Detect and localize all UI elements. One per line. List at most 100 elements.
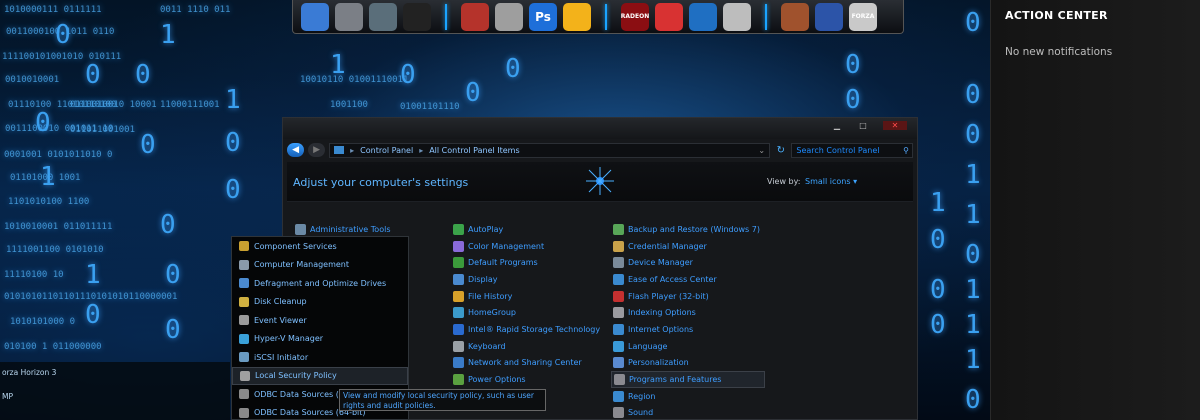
menu-item[interactable]: Event Viewer (232, 311, 408, 330)
item-label: Flash Player (32-bit) (628, 291, 709, 301)
control-panel-item[interactable]: Region (613, 388, 765, 405)
search-input[interactable]: Search Control Panel ⚲ (791, 142, 914, 158)
menu-item[interactable]: Local Security Policy (232, 366, 408, 385)
refresh-icon[interactable]: ↻ (774, 145, 787, 156)
sticky-notes-icon[interactable] (563, 2, 591, 31)
close-button[interactable]: ✕ (883, 121, 907, 130)
tool-icon (240, 370, 250, 381)
binary-digit: 1 (965, 345, 981, 375)
forza-icon[interactable]: FORZA (849, 2, 877, 31)
control-panel-item[interactable]: Display (453, 271, 600, 288)
control-panel-item[interactable]: Device Manager (613, 254, 765, 271)
maximize-button[interactable]: □ (857, 121, 869, 130)
control-panel-item[interactable]: AutoPlay (453, 221, 600, 238)
page-title: Adjust your computer's settings (293, 176, 469, 189)
photoshop-icon[interactable]: Ps (529, 2, 557, 31)
taskbar-fragment: orza Horizon 3 MP (0, 362, 230, 420)
item-icon (453, 290, 464, 302)
binary-text: 011011001001 (70, 125, 136, 135)
control-panel-item[interactable]: Default Programs (453, 254, 600, 271)
dock-separator (445, 3, 447, 30)
item-icon (613, 223, 624, 235)
monitor-icon[interactable] (301, 2, 329, 31)
hammer-icon[interactable] (495, 2, 523, 31)
taskbar-item-label[interactable]: orza Horizon 3 (2, 368, 56, 377)
menu-item[interactable]: Disk Cleanup (232, 293, 408, 312)
item-label: AutoPlay (468, 224, 504, 234)
speedometer-icon[interactable] (403, 2, 431, 31)
menu-item-label: Event Viewer (254, 315, 307, 325)
control-panel-item[interactable]: Network and Sharing Center (453, 355, 600, 372)
notifications-empty-message: No new notifications (1005, 46, 1113, 58)
binary-text: 1101010100 1100 (8, 197, 90, 207)
minimize-button[interactable]: ▁ (831, 121, 843, 130)
binary-text: 1111001100 0101010 (6, 245, 104, 255)
control-panel-item[interactable]: Language (613, 338, 765, 355)
menu-item[interactable]: Computer Management (232, 256, 408, 275)
menu-item-label: Computer Management (254, 260, 350, 270)
menu-item-label: Defragment and Optimize Drives (254, 278, 387, 288)
control-panel-item[interactable]: Keyboard (453, 338, 600, 355)
game-warrior-icon[interactable] (781, 2, 809, 31)
search-icon[interactable]: ⚲ (903, 144, 909, 157)
binary-text: 0001001 0101011010 0 (4, 150, 113, 160)
binary-digit: 0 (505, 54, 521, 84)
item-icon (453, 240, 464, 252)
control-panel-item[interactable]: Ease of Access Center (613, 271, 765, 288)
content-header: Adjust your computer's settings View by:… (287, 162, 913, 202)
item-label: Display (468, 274, 498, 284)
menu-item[interactable]: Component Services (232, 237, 408, 256)
control-panel-item[interactable]: Sound (613, 405, 765, 419)
binary-digit: 0 (845, 50, 861, 80)
address-field[interactable]: ▸ Control Panel ▸ All Control Panel Item… (329, 142, 771, 158)
application-dock: Ps RADEON FORZA (292, 0, 904, 34)
item-icon (453, 223, 464, 235)
camera-icon[interactable] (723, 2, 751, 31)
view-by-dropdown[interactable]: Small icons ▾ (805, 177, 857, 186)
chevron-down-icon[interactable]: ⌄ (758, 146, 765, 155)
menu-item[interactable]: iSCSI Initiator (232, 348, 408, 367)
control-panel-item[interactable]: Programs and Features (611, 371, 765, 388)
binary-text: 0110010010 10001 (70, 100, 157, 110)
window-titlebar[interactable]: ▁ □ ✕ (283, 118, 917, 139)
package-icon[interactable] (655, 2, 683, 31)
control-panel-item[interactable]: Internet Options (613, 321, 765, 338)
menu-item[interactable]: Hyper-V Manager (232, 330, 408, 349)
control-panel-item[interactable]: HomeGroup (453, 304, 600, 321)
item-icon (613, 390, 624, 402)
control-panel-item[interactable]: Color Management (453, 238, 600, 255)
item-label: Intel® Rapid Storage Technology (468, 324, 601, 334)
browser-icon[interactable] (461, 2, 489, 31)
forward-button[interactable]: ▶ (308, 143, 326, 157)
taskbar-item-label[interactable]: MP (2, 392, 13, 401)
control-panel-item[interactable]: Personalization (613, 355, 765, 372)
breadcrumb-current[interactable]: All Control Panel Items (429, 146, 519, 155)
game-car-icon[interactable] (815, 2, 843, 31)
binary-text: 11110100 10 (4, 270, 64, 280)
control-panel-item[interactable]: Indexing Options (613, 304, 765, 321)
control-panel-item[interactable]: Flash Player (32-bit) (613, 288, 765, 305)
control-panel-item[interactable]: Backup and Restore (Windows 7) (613, 221, 765, 238)
item-icon (453, 273, 464, 285)
control-panel-item[interactable]: File History (453, 288, 600, 305)
back-button[interactable]: ◀ (287, 143, 305, 157)
binary-digit: 0 (165, 260, 181, 290)
radeon-icon[interactable]: RADEON (621, 2, 649, 31)
dock-separator (765, 3, 767, 30)
menu-item[interactable]: Defragment and Optimize Drives (232, 274, 408, 293)
item-label: Backup and Restore (Windows 7) (628, 224, 760, 234)
breadcrumb-root[interactable]: Control Panel (360, 146, 413, 155)
item-icon (614, 374, 625, 386)
control-panel-item[interactable]: Credential Manager (613, 238, 765, 255)
binary-text: 01001101110 (400, 102, 460, 112)
control-panel-item[interactable]: Intel® Rapid Storage Technology (453, 321, 600, 338)
binary-digit: 0 (965, 385, 981, 415)
control-panel-item[interactable]: Power Options (453, 371, 600, 388)
tool-icon (239, 278, 249, 289)
menu-item-label: Hyper-V Manager (254, 334, 324, 344)
screen-capture-icon[interactable] (689, 2, 717, 31)
door-icon[interactable] (335, 2, 363, 31)
printer-icon[interactable] (369, 2, 397, 31)
binary-digit: 0 (85, 60, 101, 90)
spider-logo-icon (586, 167, 614, 195)
